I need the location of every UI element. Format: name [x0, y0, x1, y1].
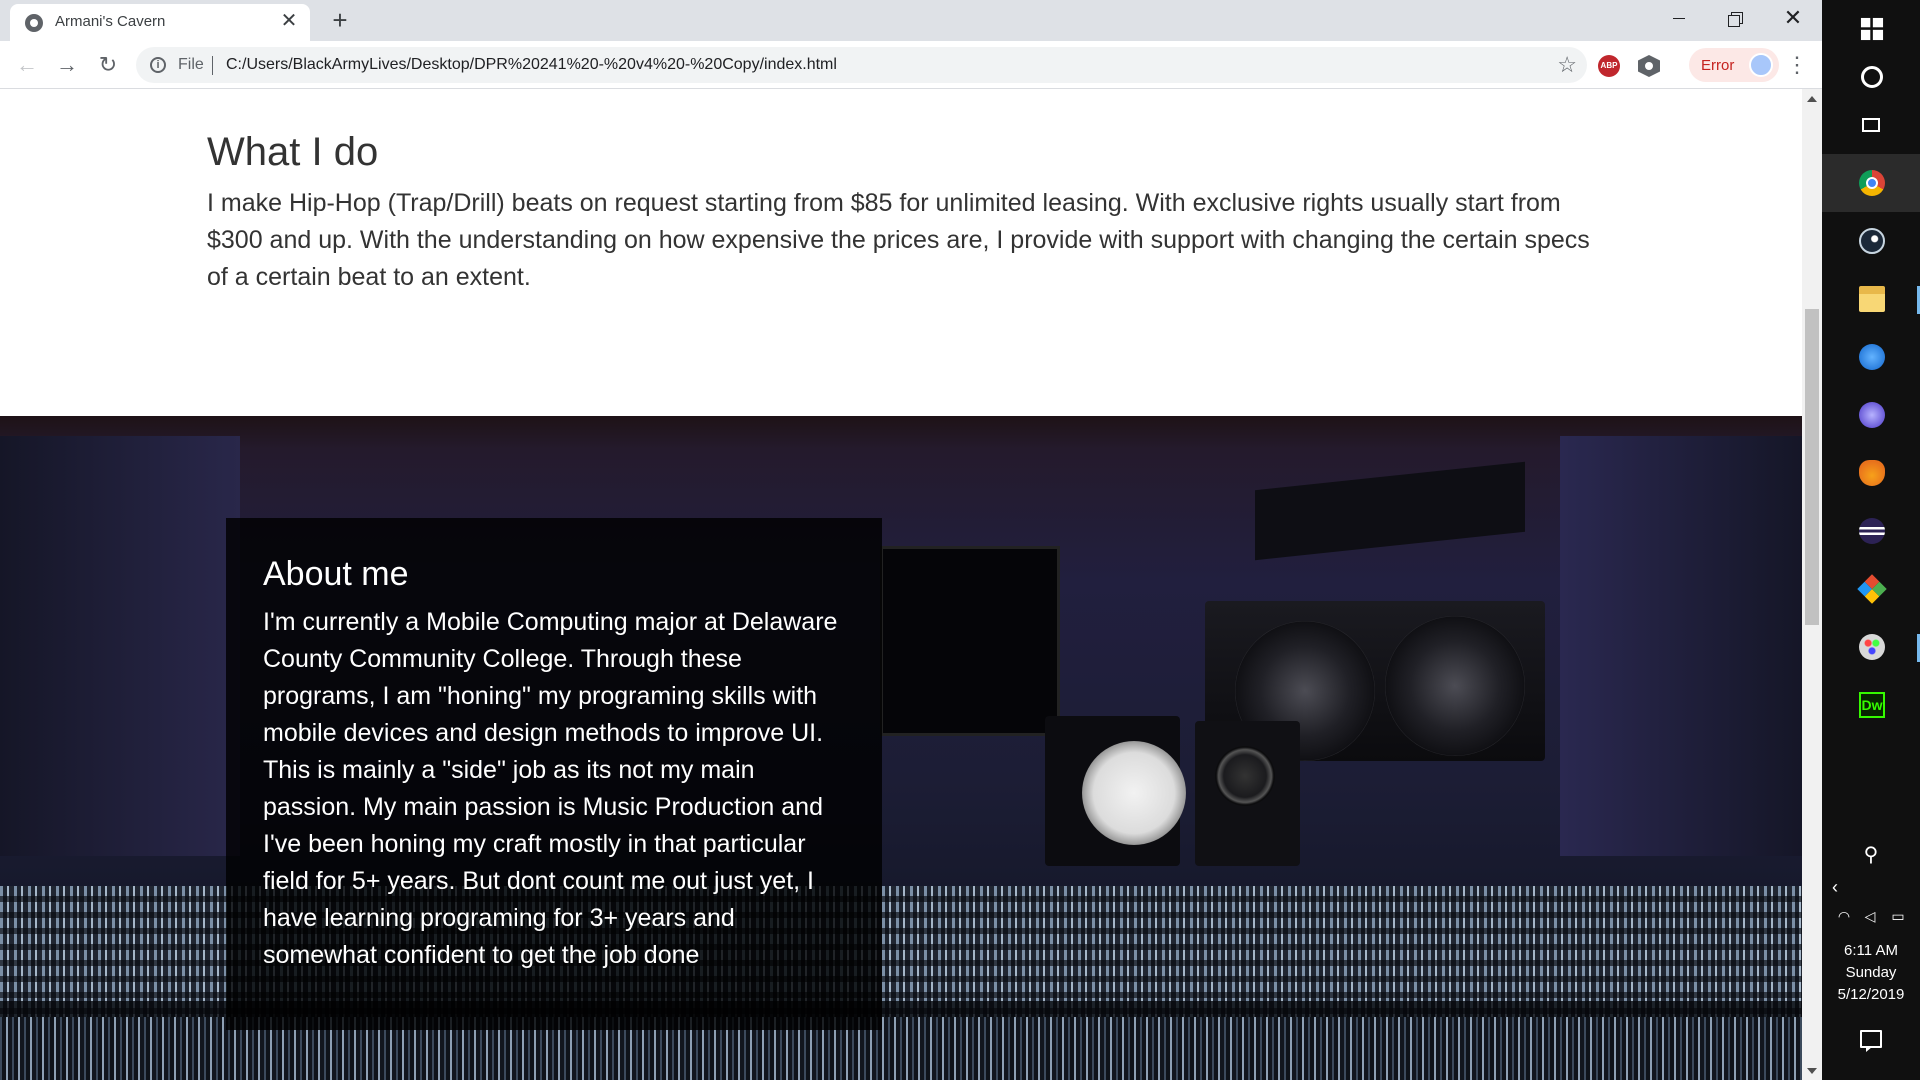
globe-icon: [25, 14, 43, 32]
taskbar-chrome[interactable]: [1822, 154, 1920, 212]
task-view-icon: [1862, 118, 1880, 132]
address-bar[interactable]: i File C:/Users/BlackArmyLives/Desktop/D…: [136, 47, 1587, 83]
taskbar-paint[interactable]: [1822, 618, 1920, 676]
windows-logo-icon: [1860, 17, 1884, 41]
tab-strip: Armani's Cavern ✕ + ✕: [0, 0, 1822, 41]
what-i-do-text: I make Hip-Hop (Trap/Drill) beats on req…: [207, 189, 1590, 291]
file-explorer-icon: [1859, 286, 1885, 312]
adblock-plus-icon[interactable]: ABP: [1598, 55, 1620, 77]
paint-icon: [1859, 634, 1885, 660]
chrome-icon: [1859, 170, 1885, 196]
scroll-down-arrow-icon[interactable]: [1807, 1068, 1817, 1074]
browser-toolbar: ← → ↻ i File C:/Users/BlackArmyLives/Des…: [0, 41, 1822, 89]
what-i-do-heading: What I do: [207, 130, 379, 174]
restore-button[interactable]: [1708, 0, 1764, 38]
clock-time: 6:11 AM: [1844, 942, 1898, 959]
what-i-do-section: What I do I make Hip-Hop (Trap/Drill) be…: [0, 89, 1802, 416]
avatar: [1749, 53, 1773, 77]
profile-error-label: Error: [1701, 57, 1735, 74]
task-view-button[interactable]: [1822, 96, 1920, 154]
cortana-circle-icon: [1861, 66, 1883, 88]
reload-button[interactable]: ↻: [93, 50, 123, 80]
taskbar-file-explorer[interactable]: [1822, 270, 1920, 328]
taskbar-dreamweaver[interactable]: Dw: [1822, 676, 1920, 734]
star-icon[interactable]: ☆: [1557, 52, 1577, 78]
tab-armanis-cavern[interactable]: Armani's Cavern ✕: [10, 4, 310, 41]
taskbar-fl-studio[interactable]: [1822, 444, 1920, 502]
tab-title: Armani's Cavern: [55, 13, 166, 30]
taskbar-eclipse[interactable]: [1822, 502, 1920, 560]
wifi-icon[interactable]: ◠: [1834, 906, 1854, 926]
about-me-text: I'm currently a Mobile Computing major a…: [263, 608, 838, 969]
page-viewport: What I do I make Hip-Hop (Trap/Drill) be…: [0, 89, 1802, 1080]
url-divider: [212, 56, 213, 75]
scrollbar-thumb[interactable]: [1805, 309, 1819, 625]
clock-day: Sunday: [1845, 964, 1897, 981]
about-me-panel: About me I'm currently a Mobile Computin…: [226, 518, 882, 1030]
windows-taskbar: Dw ⚲ ‹ ◠ ◁ ▭ 6:11 AM Sunday 5/12/2019: [1822, 0, 1920, 1080]
torrent-icon: [1859, 402, 1885, 428]
steam-icon: [1859, 228, 1885, 254]
studio-background-image: About me I'm currently a Mobile Computin…: [0, 416, 1802, 1080]
browser-window: Armani's Cavern ✕ + ✕ ← → ↻ i File C:/Us…: [0, 0, 1822, 1080]
browser-menu-button[interactable]: ⋮: [1786, 53, 1808, 79]
taskbar-bolt-app[interactable]: [1822, 328, 1920, 386]
close-window-button[interactable]: ✕: [1765, 0, 1821, 38]
system-clock[interactable]: 6:11 AM Sunday 5/12/2019: [1822, 940, 1920, 1006]
taskbar-steam[interactable]: [1822, 212, 1920, 270]
extension-icon[interactable]: [1638, 55, 1660, 77]
eclipse-icon: [1859, 518, 1885, 544]
fl-studio-icon: [1859, 460, 1885, 486]
chevron-left-icon[interactable]: ‹: [1832, 875, 1852, 899]
scroll-up-arrow-icon[interactable]: [1807, 96, 1817, 102]
bolt-icon: [1859, 344, 1885, 370]
action-center-icon[interactable]: [1860, 1030, 1882, 1052]
git-icon: [1857, 574, 1887, 604]
new-tab-button[interactable]: +: [326, 6, 354, 34]
dreamweaver-icon: Dw: [1859, 692, 1885, 718]
taskbar-git[interactable]: [1822, 560, 1920, 618]
info-icon[interactable]: i: [150, 57, 166, 73]
profile-error-chip[interactable]: Error: [1689, 48, 1779, 82]
about-me-heading: About me: [263, 555, 409, 593]
taskbar-torrent[interactable]: [1822, 386, 1920, 444]
volume-icon[interactable]: ◁: [1860, 906, 1880, 926]
clock-date: 5/12/2019: [1837, 986, 1905, 1003]
url-text[interactable]: C:/Users/BlackArmyLives/Desktop/DPR%2024…: [226, 56, 837, 74]
page-scrollbar[interactable]: [1802, 89, 1822, 1080]
power-icon[interactable]: ▭: [1888, 906, 1908, 926]
tab-close-icon[interactable]: ✕: [278, 10, 300, 32]
forward-button[interactable]: →: [52, 50, 82, 80]
back-button[interactable]: ←: [12, 50, 42, 80]
minimize-button[interactable]: [1651, 0, 1707, 38]
url-scheme-label: File: [178, 56, 204, 73]
people-icon[interactable]: ⚲: [1822, 835, 1920, 875]
